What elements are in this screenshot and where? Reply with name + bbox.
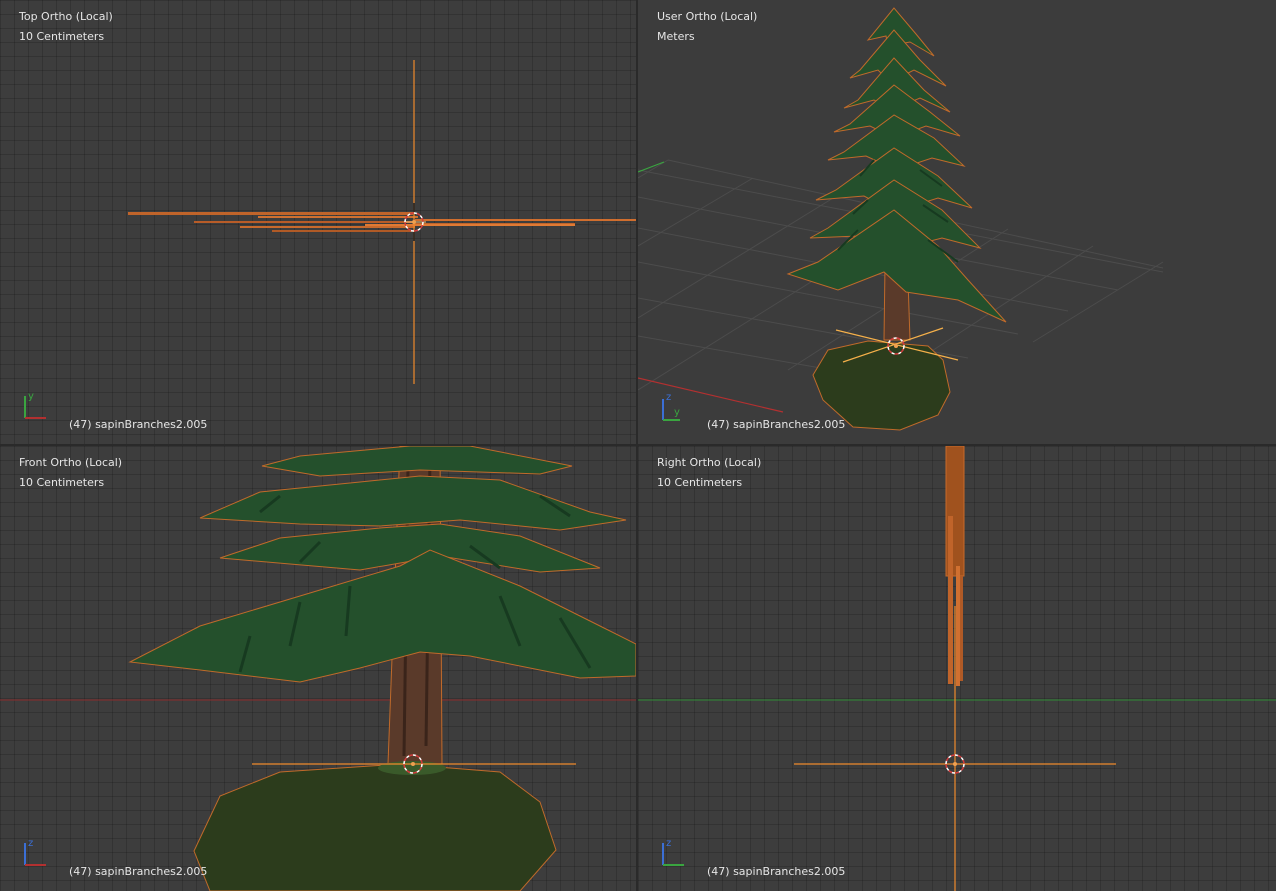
viewport-units: Meters [657, 30, 695, 43]
axis-y-label: y [674, 407, 680, 418]
viewport-title: User Ortho (Local) [657, 10, 758, 23]
top-view-scene[interactable] [0, 0, 636, 444]
active-object-label: (47) sapinBranches2.005 [69, 418, 208, 431]
active-object-label: (47) sapinBranches2.005 [69, 865, 208, 878]
user-view-scene[interactable] [638, 0, 1276, 444]
axis-z-label: z [666, 392, 671, 403]
axis-gizmo: z y [662, 392, 680, 421]
viewport-front-ortho[interactable]: Front Ortho (Local) 10 Centimeters z (47… [0, 446, 636, 891]
ground-patch [193, 763, 557, 891]
origin-crosshair [794, 606, 1116, 891]
branch-planes-top [128, 212, 636, 232]
viewport-units: 10 Centimeters [657, 476, 743, 489]
viewport-right-ortho[interactable]: Right Ortho (Local) 10 Centimeters z (47… [638, 446, 1276, 891]
viewport-top-ortho[interactable]: Top Ortho (Local) 10 Centimeters y (47) … [0, 0, 636, 444]
foliage [786, 7, 1007, 323]
viewport-title: Right Ortho (Local) [657, 456, 762, 469]
viewport-units: 10 Centimeters [19, 476, 105, 489]
viewport-user-ortho[interactable]: User Ortho (Local) Meters z y (47) sapin… [638, 0, 1276, 444]
axis-z-label: z [28, 838, 33, 849]
axis-gizmo: z [662, 838, 684, 866]
axis-z-label: z [666, 838, 671, 849]
axis-y-label: y [28, 391, 34, 402]
viewport-title: Front Ortho (Local) [19, 456, 123, 469]
right-view-scene[interactable] [638, 446, 1276, 891]
axis-gizmo: z [24, 838, 46, 866]
active-object-label: (47) sapinBranches2.005 [707, 865, 846, 878]
active-object-label: (47) sapinBranches2.005 [707, 418, 846, 431]
ground-patch [812, 340, 951, 431]
axis-gizmo: y [24, 391, 46, 419]
front-view-scene[interactable] [0, 446, 636, 891]
foliage [128, 446, 636, 683]
